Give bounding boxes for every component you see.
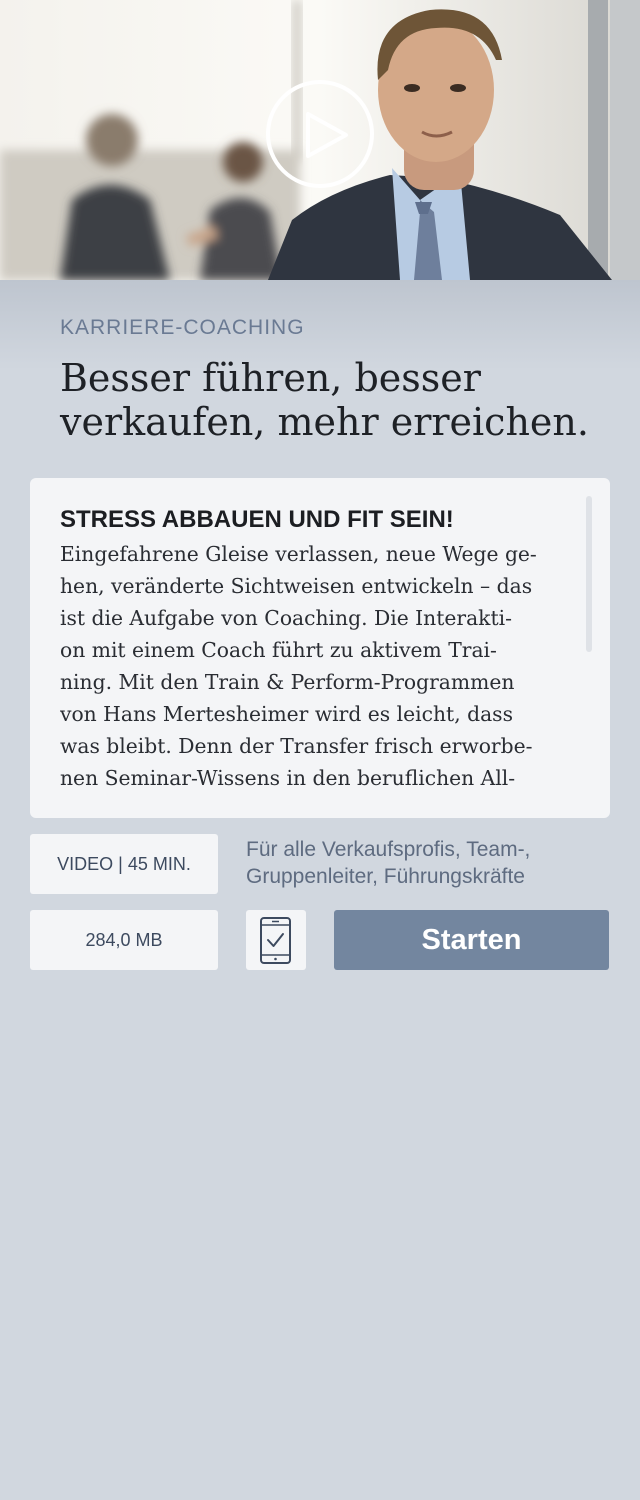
target-audience: Für alle Verkaufsprofis, Team-, Gruppenl… [246, 836, 606, 890]
description-line: ist die Aufgabe von Coaching. Die Intera… [60, 606, 512, 630]
video-duration-badge: VIDEO | 45 MIN. [30, 834, 218, 894]
description-line: hen, veränderte Sichtweisen entwickeln –… [60, 574, 533, 598]
description-line: Eingefahrene Gleise verlassen, neue Wege… [60, 542, 537, 566]
description-line: was bleibt. Denn der Transfer frisch erw… [60, 734, 533, 758]
start-button[interactable]: Starten [334, 910, 609, 970]
target-audience-line: Für alle Verkaufsprofis, Team-, [246, 838, 531, 861]
description-heading: STRESS ABBAUEN UND FIT SEIN! [60, 506, 454, 533]
play-icon [306, 112, 348, 158]
description-line: nen Seminar-Wissens in den beruflichen A… [60, 766, 516, 790]
course-title: Besser führen, besser verkaufen, mehr er… [60, 356, 620, 444]
hero-video-thumbnail[interactable] [0, 0, 640, 280]
description-card[interactable]: STRESS ABBAUEN UND FIT SEIN! Eingefahren… [30, 478, 610, 818]
description-line: von Hans Mertesheimer wird es leicht, da… [60, 702, 513, 726]
course-title-line: verkaufen, mehr erreichen. [60, 400, 589, 444]
file-size-badge: 284,0 MB [30, 910, 218, 970]
description-text: Eingefahrene Gleise verlassen, neue Wege… [60, 538, 570, 794]
mobile-check-icon [260, 917, 291, 964]
description-line: on mit einem Coach führt zu aktivem Trai… [60, 638, 497, 662]
target-audience-line: Gruppenleiter, Führungskräfte [246, 865, 525, 888]
description-scrollbar[interactable] [586, 496, 592, 652]
course-category: KARRIERE-COACHING [60, 316, 305, 339]
play-button[interactable] [266, 80, 374, 188]
course-title-line: Besser führen, besser [60, 356, 481, 400]
description-line: ning. Mit den Train & Perform-Programmen [60, 670, 515, 694]
mobile-download-button[interactable] [246, 910, 306, 970]
